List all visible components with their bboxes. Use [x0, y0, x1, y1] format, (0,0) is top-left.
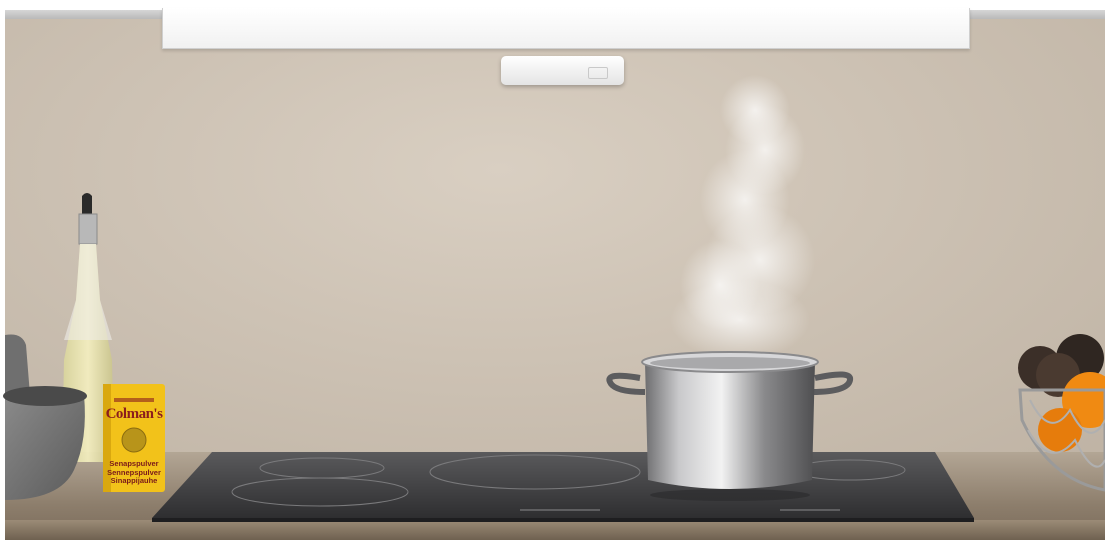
mustard-tin-label: Colman's Senapspulver Sennepspulver Sina… — [103, 384, 165, 492]
mustard-tin-text: Senapspulver Sennepspulver Sinappijauhe — [103, 459, 165, 486]
kitchen-scene: Colman's Senapspulver Sennepspulver Sina… — [0, 0, 1105, 540]
fruit-bowl — [1018, 334, 1105, 492]
tin-line-3: Sinappijauhe — [110, 476, 158, 485]
steam — [670, 75, 815, 360]
induction-hob — [152, 452, 974, 522]
scene-illustration — [3, 75, 1105, 522]
mustard-brand: Colman's — [105, 406, 163, 422]
